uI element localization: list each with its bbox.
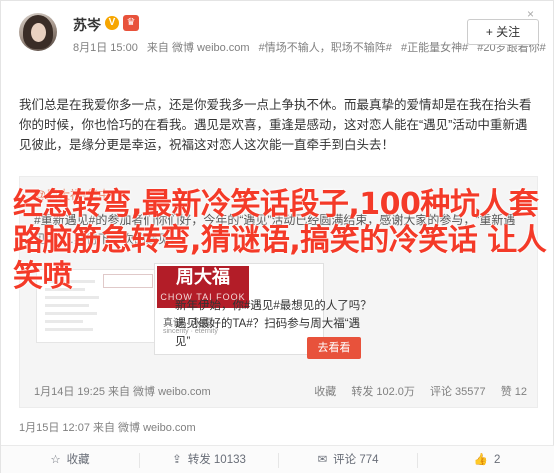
topic-link[interactable]: #正能量女神#	[401, 42, 468, 54]
star-icon: ☆	[50, 454, 61, 466]
favorite-action[interactable]: ☆ 收藏	[1, 446, 139, 473]
overlay-headline: 经急转弯,最新冷笑话段子,100种坑人套路脑筋急转弯,猜谜语,搞笑的冷笑话 让人…	[13, 187, 547, 294]
comment-label: 评论 774	[333, 454, 379, 466]
follow-button[interactable]: + 关注	[467, 19, 539, 45]
repost-like-count[interactable]: 赞 12	[501, 386, 527, 398]
post-time-source[interactable]: 1月15日 12:07 来自 微博 weibo.com	[19, 419, 196, 435]
comment-action[interactable]: ✉ 评论 774	[279, 446, 417, 473]
repost-forward-count[interactable]: 转发 102.0万	[351, 386, 415, 398]
like-action[interactable]: 👍 2	[418, 446, 554, 473]
post-time[interactable]: 8月1日 15:00	[73, 42, 138, 54]
avatar-face	[31, 23, 46, 42]
close-icon[interactable]: ×	[527, 7, 534, 21]
verified-icon: V	[105, 16, 119, 30]
repost-favorite-link[interactable]: 收藏	[314, 386, 336, 398]
repost-time-source[interactable]: 1月14日 19:25 来自 微博 weibo.com	[34, 383, 211, 399]
repost-stats: 收藏 转发 102.0万 评论 35577 赞 12	[302, 383, 527, 399]
forward-label: 转发 10133	[187, 454, 246, 466]
member-crown-icon: ♛	[123, 15, 139, 31]
weibo-card: 苏岑 V ♛ 8月1日 15:00 来自 微博 weibo.com #情场不输人…	[0, 0, 554, 473]
thumbs-up-icon: 👍	[473, 454, 488, 466]
comment-icon: ✉	[317, 454, 328, 466]
forward-icon: ⇪	[172, 454, 182, 466]
action-bar: ☆ 收藏 ⇪ 转发 10133 ✉ 评论 774 👍 2	[1, 445, 554, 473]
go-see-button[interactable]: 去看看	[307, 337, 361, 359]
post-source[interactable]: 来自 微博 weibo.com	[147, 42, 250, 54]
favorite-label: 收藏	[66, 454, 90, 466]
repost-comment-count[interactable]: 评论 35577	[430, 386, 486, 398]
post-body-text: 我们总是在我爱你多一点，还是你爱我多一点上争执不休。而最真挚的爱情却是在我在抬头…	[19, 98, 532, 152]
avatar[interactable]	[19, 13, 57, 51]
like-count: 2	[493, 454, 501, 466]
username[interactable]: 苏岑	[73, 15, 101, 35]
forward-action[interactable]: ⇪ 转发 10133	[140, 446, 278, 473]
topic-link[interactable]: #情场不输人，职场不输阵#	[259, 42, 392, 54]
